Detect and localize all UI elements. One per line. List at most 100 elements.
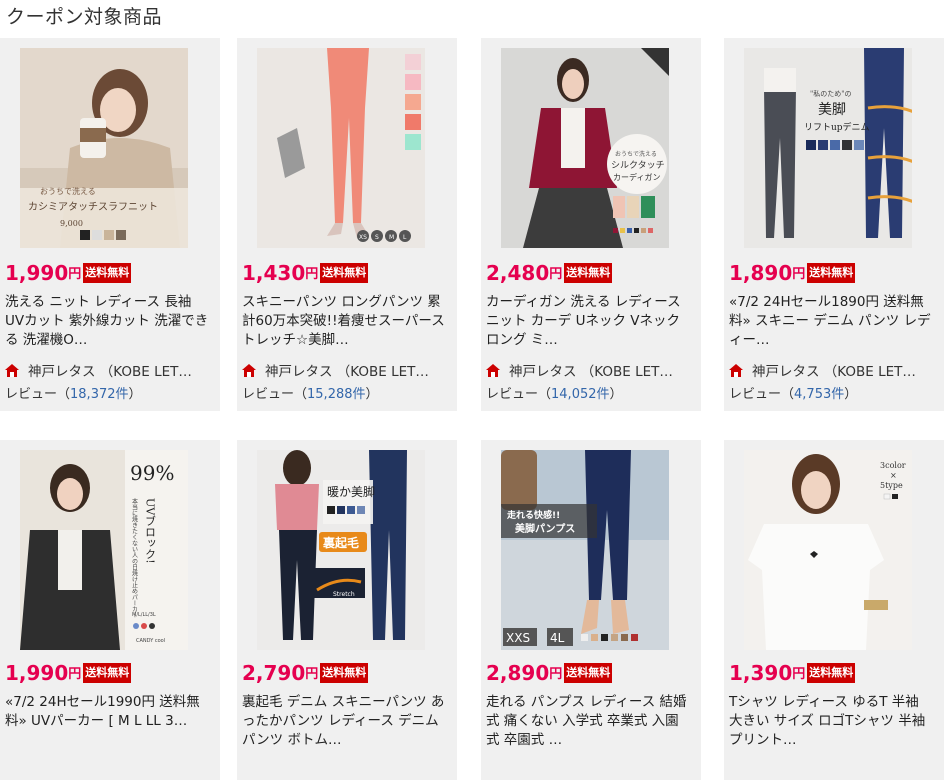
price-row: 2,480 円 送料無料 [486, 259, 613, 285]
image-text: おうちで洗える [615, 150, 657, 158]
product-image[interactable]: おうちで洗える カシミアタッチスラフニット 9,000 [20, 48, 188, 248]
product-title[interactable]: «7/2 24Hセール1990円 送料無料» UVパーカー [ M L LL 3… [5, 693, 210, 731]
shop-icon [242, 363, 256, 377]
product-title[interactable]: Tシャツ レディース ゆるT 半袖 大きい サイズ ロゴTシャツ 半袖 プリント… [729, 693, 934, 750]
free-shipping-badge: 送料無料 [320, 663, 369, 683]
free-shipping-badge: 送料無料 [320, 263, 369, 283]
price: 2,890 [486, 661, 550, 685]
image-text: 9,000 [60, 219, 83, 228]
product-title[interactable]: スキニーパンツ ロングパンツ 累計60万本突破!!着痩せスーパーストレッチ☆美脚… [242, 293, 447, 350]
image-text: シルクタッチ [611, 160, 665, 171]
product-card[interactable]: おうちで洗える シルクタッチ カーディガン 2,480 円 送料無料 カーディガ… [481, 38, 701, 411]
price-yen: 円 [792, 667, 806, 682]
price: 1,990 [5, 661, 69, 685]
image-text: M/L/LL/3L [132, 612, 156, 618]
image-text: × [890, 471, 897, 480]
image-text: UVブロック! [144, 498, 157, 564]
product-card[interactable]: 暖か美脚 裏起毛 Stretch 2,790 円 送料無料 裏起毛 デニム スキ… [237, 440, 457, 780]
review-count[interactable]: 4,753件 [794, 387, 844, 402]
image-text: 走れる快感!! [506, 509, 560, 521]
product-image[interactable]: 99% UVブロック! 本当に焼きたくない人の日焼け止めパーカー M/L/LL/… [20, 450, 188, 650]
product-card[interactable]: "私のため"の 美脚 リフトupデニム 1,890 円 送料無料 «7/2 24… [724, 38, 944, 411]
shop-icon [486, 363, 500, 377]
product-card[interactable]: おうちで洗える カシミアタッチスラフニット 9,000 1,990 円 送料無料… [0, 38, 220, 411]
review-label: レビュー（ [729, 387, 795, 402]
product-title[interactable]: カーディガン 洗える レディース ニット カーデ Uネック Vネック ロング ミ… [486, 293, 691, 350]
price-yen: 円 [305, 667, 319, 682]
image-text: 暖か美脚 [327, 484, 375, 499]
product-title[interactable]: «7/2 24Hセール1890円 送料無料» スキニー デニム パンツ レディー… [729, 293, 934, 350]
product-title[interactable]: 洗える ニット レディース 長袖 UVカット 紫外線カット 洗濯できる 洗濯機O… [5, 293, 210, 350]
review-count[interactable]: 15,288件 [307, 387, 366, 402]
shop-link[interactable]: 神戸レタス （KOBE LET… [5, 360, 215, 380]
free-shipping-badge: 送料無料 [807, 263, 856, 283]
review-close: ） [844, 387, 858, 402]
price: 1,430 [242, 261, 306, 285]
image-text: おうちで洗える [40, 186, 96, 196]
product-title[interactable]: 走れる パンプス レディース 結婚式 痛くない 入学式 卒業式 入園式 卒園式 … [486, 693, 691, 750]
review-label: レビュー（ [486, 387, 552, 402]
price-row: 1,990 円 送料無料 [5, 259, 132, 285]
price-row: 1,430 円 送料無料 [242, 259, 369, 285]
image-text: CANDY cool [136, 638, 165, 644]
image-text: 4L [550, 631, 565, 645]
review-count[interactable]: 14,052件 [551, 387, 610, 402]
product-image[interactable]: おうちで洗える シルクタッチ カーディガン [501, 48, 669, 248]
price-row: 1,390 円 送料無料 [729, 659, 856, 685]
review-close: ） [128, 387, 142, 402]
price-yen: 円 [305, 267, 319, 282]
shop-link[interactable]: 神戸レタス （KOBE LET… [242, 360, 452, 380]
product-title[interactable]: 裏起毛 デニム スキニーパンツ あったかパンツ レディース デニムパンツ ボトム… [242, 693, 447, 750]
price-yen: 円 [68, 267, 82, 282]
review-label: レビュー（ [242, 387, 308, 402]
product-image[interactable]: 3color × 5type [744, 450, 912, 650]
price-yen: 円 [549, 267, 563, 282]
product-card[interactable]: 99% UVブロック! 本当に焼きたくない人の日焼け止めパーカー M/L/LL/… [0, 440, 220, 780]
shop-link[interactable]: 神戸レタス （KOBE LET… [729, 360, 939, 380]
review-close: ） [365, 387, 379, 402]
section-title: クーポン対象商品 [6, 6, 163, 28]
image-text: カシミアタッチスラフニット [28, 201, 158, 213]
shop-name: 神戸レタス （KOBE LET… [752, 364, 916, 380]
image-text: 5type [880, 481, 903, 490]
product-card[interactable]: 走れる快感!! 美脚パンプス XXS 4L 2,890 円 送料無料 走れる パ… [481, 440, 701, 780]
shop-icon [729, 363, 743, 377]
shop-name: 神戸レタス （KOBE LET… [265, 364, 429, 380]
product-image[interactable]: XS S M L [257, 48, 425, 248]
price-yen: 円 [68, 667, 82, 682]
price-row: 2,890 円 送料無料 [486, 659, 613, 685]
size-label: M [389, 234, 394, 241]
size-label: XS [359, 234, 367, 241]
image-text: 美脚パンプス [515, 522, 575, 535]
review-close: ） [609, 387, 623, 402]
image-text: カーディガン [613, 172, 660, 182]
review-link[interactable]: レビュー（18,372件） [5, 383, 142, 402]
size-label: S [375, 234, 379, 241]
price: 2,790 [242, 661, 306, 685]
review-link[interactable]: レビュー（15,288件） [242, 383, 379, 402]
product-image[interactable]: "私のため"の 美脚 リフトupデニム [744, 48, 912, 248]
free-shipping-badge: 送料無料 [564, 663, 613, 683]
review-link[interactable]: レビュー（14,052件） [486, 383, 623, 402]
product-card[interactable]: XS S M L 1,430 円 送料無料 スキニーパンツ ロングパンツ 累計6… [237, 38, 457, 411]
image-text: リフトupデニム [804, 121, 870, 133]
price: 1,390 [729, 661, 793, 685]
image-text: 3color [880, 461, 906, 470]
image-text: 美脚 [818, 102, 846, 118]
review-count[interactable]: 18,372件 [70, 387, 129, 402]
product-image[interactable]: 暖か美脚 裏起毛 Stretch [257, 450, 425, 650]
review-label: レビュー（ [5, 387, 71, 402]
image-text: Stretch [333, 591, 355, 598]
review-link[interactable]: レビュー（4,753件） [729, 383, 857, 402]
image-text: XXS [506, 631, 530, 645]
image-text: 99% [130, 461, 174, 485]
price: 2,480 [486, 261, 550, 285]
image-text: 裏起毛 [322, 535, 359, 550]
shop-link[interactable]: 神戸レタス （KOBE LET… [486, 360, 696, 380]
price: 1,890 [729, 261, 793, 285]
shop-icon [5, 363, 19, 377]
product-image[interactable]: 走れる快感!! 美脚パンプス XXS 4L [501, 450, 669, 650]
price: 1,990 [5, 261, 69, 285]
product-card[interactable]: 3color × 5type 1,390 円 送料無料 Tシャツ レディース ゆ… [724, 440, 944, 780]
price-row: 1,890 円 送料無料 [729, 259, 856, 285]
